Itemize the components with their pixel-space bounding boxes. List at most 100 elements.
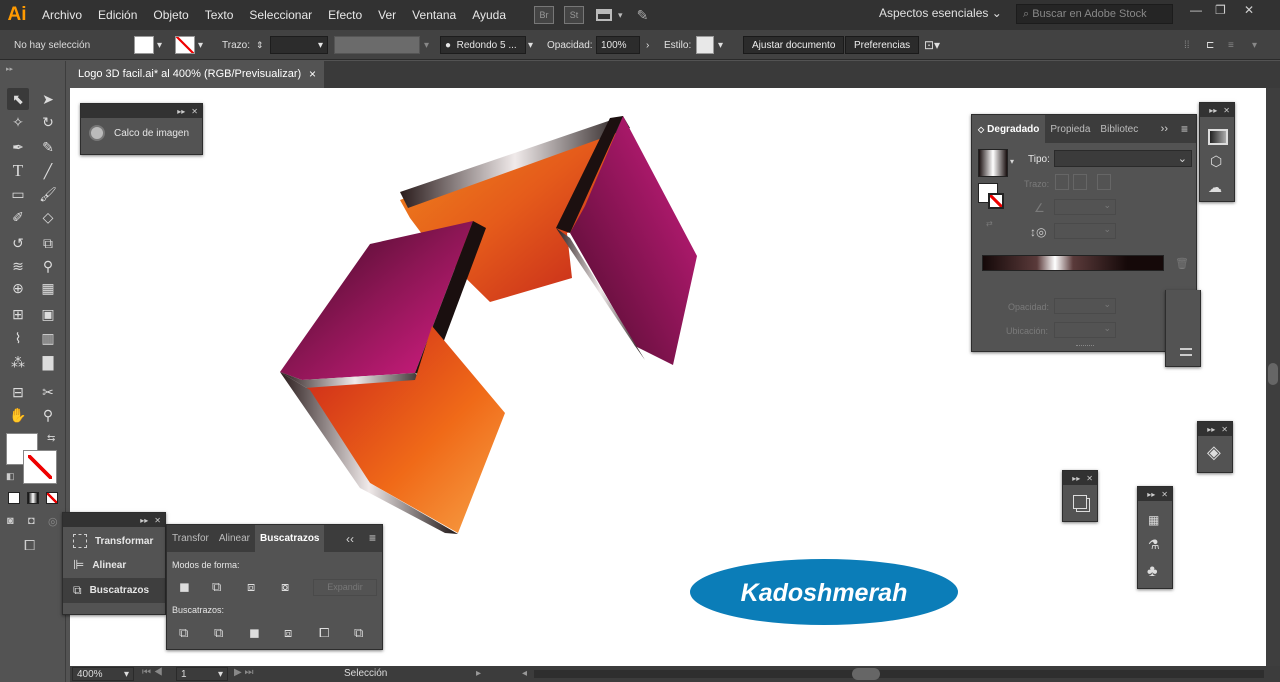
variable-width-profile[interactable] (334, 36, 420, 54)
chevron-down-icon[interactable]: ▾ (618, 10, 623, 21)
minus-back-icon[interactable]: ⧉ (354, 625, 363, 641)
collapse-panel-icon[interactable]: ‹‹ (346, 532, 354, 546)
symbol-sprayer-tool-icon[interactable]: ⁂ (7, 351, 29, 373)
scroll-thumb[interactable] (1268, 363, 1278, 385)
shape-builder-tool-icon[interactable]: ⊕ (7, 277, 29, 299)
menu-efecto[interactable]: Efecto (320, 8, 370, 22)
none-mode-icon[interactable] (46, 492, 58, 504)
stroke-gradient-along-icon[interactable] (1073, 174, 1087, 190)
outline-icon[interactable]: ⧠ (319, 625, 329, 641)
close-button[interactable]: ✕ (1244, 3, 1254, 17)
chevron-right-icon[interactable]: ▸ (476, 668, 481, 679)
artboards-icon[interactable] (1073, 495, 1087, 509)
artboard-tool-icon[interactable]: ⊟ (7, 381, 29, 403)
swap-colors-icon[interactable]: ⇆ (47, 433, 55, 444)
close-icon[interactable]: ✕ (191, 107, 198, 116)
stroke-indicator[interactable] (988, 193, 1004, 209)
rotate-tool-icon[interactable]: ↺ (7, 232, 29, 254)
artboard-nav-next-icon[interactable]: ▶ ⏭ (234, 667, 253, 678)
gradient-slider[interactable] (982, 255, 1164, 271)
eyedropper-tool-icon[interactable]: ⌇ (7, 327, 29, 349)
color-mode-icon[interactable] (8, 492, 20, 504)
menu-ayuda[interactable]: Ayuda (464, 8, 514, 22)
trim-icon[interactable]: ⧉ (214, 625, 223, 641)
divide-icon[interactable]: ⧉ (179, 625, 188, 641)
collapse-icon[interactable]: ▸▸ (1072, 474, 1080, 483)
chevron-down-icon[interactable]: ▾ (424, 36, 429, 54)
panel-icon[interactable] (1180, 348, 1192, 356)
menu-ventana[interactable]: Ventana (404, 8, 464, 22)
preferences-button[interactable]: Preferencias (845, 36, 920, 54)
isolate-icon[interactable]: ⊡▾ (924, 36, 940, 54)
fill-swatch[interactable] (134, 36, 154, 54)
rectangle-tool-icon[interactable]: ▭ (7, 183, 29, 205)
vertical-scrollbar[interactable] (1266, 88, 1280, 666)
stock-icon[interactable]: St (564, 6, 585, 24)
menu-edicion[interactable]: Edición (90, 8, 145, 22)
stroke-color-box[interactable] (23, 450, 57, 484)
chevron-down-icon[interactable]: ▾ (718, 36, 723, 54)
intersect-icon[interactable]: ⧈ (247, 579, 255, 595)
tab-buscatrazos[interactable]: Buscatrazos (255, 525, 325, 552)
chevron-right-icon[interactable]: › (646, 36, 649, 54)
artboard-nav-prev-icon[interactable]: ⏮ ◀ (142, 667, 163, 678)
brush-dropdown[interactable]: ● Redondo 5 ... (440, 36, 526, 54)
bridge-icon[interactable]: Br (534, 6, 555, 24)
stroke-stepper[interactable]: ⇕ (256, 36, 264, 54)
stroke-weight-dropdown[interactable]: ▾ (270, 36, 328, 54)
tab-bibliotecas[interactable]: Bibliotec (1095, 124, 1143, 135)
puppet-warp-tool-icon[interactable]: ⚲ (37, 255, 59, 277)
chevron-down-icon[interactable]: ▾ (198, 36, 203, 54)
zoom-dropdown[interactable]: 400% ▾ (72, 667, 134, 681)
crop-icon[interactable]: ⧈ (284, 625, 292, 641)
workspace-switcher[interactable]: Aspectos esenciales ⌄ (879, 6, 1002, 20)
panel-item-transformar[interactable]: Transformar (63, 527, 165, 552)
slice-tool-icon[interactable]: ✂ (37, 381, 59, 403)
document-tab[interactable]: Logo 3D facil.ai* al 400% (RGB/Previsual… (70, 61, 324, 88)
align-icon[interactable]: ⁞⁞ (1184, 36, 1190, 54)
close-tab-icon[interactable]: × (309, 67, 316, 81)
style-swatch[interactable] (696, 36, 714, 54)
symbols-icon[interactable]: ♣ (1147, 563, 1158, 581)
panel-menu-icon[interactable]: ≡ (369, 531, 376, 545)
type-tool-icon[interactable]: T (7, 160, 29, 182)
3d-cube-icon[interactable]: ⬡ (1210, 153, 1222, 170)
panel-menu-icon[interactable]: ≡ (1181, 122, 1188, 136)
tab-propiedades[interactable]: Propieda (1045, 124, 1095, 135)
tab-transformar[interactable]: Transfor (167, 533, 214, 544)
gradient-preview[interactable] (978, 149, 1008, 177)
tab-degradado[interactable]: ◇ Degradado (972, 115, 1046, 143)
menu-texto[interactable]: Texto (197, 8, 242, 22)
aspect-ratio-dropdown[interactable]: ⌄ (1054, 223, 1116, 239)
line-tool-icon[interactable]: ╱ (37, 160, 59, 182)
restore-button[interactable]: ❐ (1215, 3, 1226, 17)
pen-tool-icon[interactable]: ✒ (7, 136, 29, 158)
minimize-button[interactable]: — (1190, 3, 1202, 17)
column-graph-tool-icon[interactable]: ▇ (37, 351, 59, 373)
collapse-tools-icon[interactable]: ▸▸ (6, 65, 13, 73)
panel-item-buscatrazos[interactable]: ⧉ Buscatrazos (63, 578, 165, 603)
collapse-icon[interactable]: ▸▸ (140, 516, 148, 525)
scroll-thumb[interactable] (852, 668, 880, 680)
exclude-icon[interactable]: ⧇ (281, 579, 289, 595)
gradient-tool-icon[interactable]: ▣ (37, 303, 59, 325)
eraser-tool-icon[interactable]: ◇ (37, 206, 59, 228)
tab-alinear[interactable]: Alinear (214, 533, 255, 544)
menu-ver[interactable]: Ver (370, 8, 404, 22)
arrange-documents-icon[interactable] (596, 9, 613, 21)
draw-behind-icon[interactable]: ◘ (28, 515, 35, 527)
stroke-gradient-across-icon[interactable] (1097, 174, 1111, 190)
image-trace-item[interactable]: Calco de imagen (81, 118, 202, 148)
stop-opacity-dropdown[interactable]: ⌄ (1054, 298, 1116, 314)
draw-inside-icon[interactable]: ◎ (48, 515, 58, 528)
delete-stop-icon[interactable]: 🗑 (1175, 257, 1189, 270)
reverse-gradient-icon[interactable]: ⇄ (986, 219, 993, 228)
angle-dropdown[interactable]: ⌄ (1054, 199, 1116, 215)
width-tool-icon[interactable]: ≋ (7, 255, 29, 277)
menu-seleccionar[interactable]: Seleccionar (241, 8, 320, 22)
stroke-swatch[interactable] (175, 36, 195, 54)
gpu-performance-icon[interactable]: ✎ (637, 7, 649, 24)
close-icon[interactable]: ✕ (1221, 425, 1228, 434)
gradient-type-dropdown[interactable]: ⌄ (1054, 150, 1192, 167)
transform-icon[interactable]: ⊏ (1206, 36, 1214, 54)
